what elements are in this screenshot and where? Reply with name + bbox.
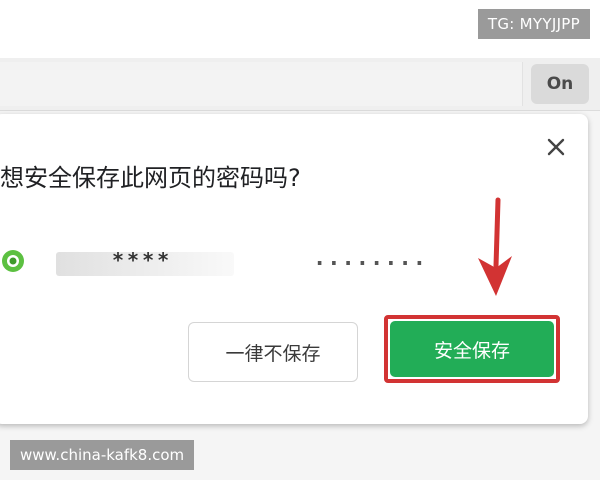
password-value[interactable]: ........ bbox=[313, 246, 427, 271]
watermark-bottom: www.china-kafk8.com bbox=[10, 440, 195, 470]
never-save-button[interactable]: 一律不保存 bbox=[188, 322, 358, 382]
browser-toolbar: On bbox=[0, 58, 600, 111]
close-icon bbox=[547, 138, 565, 156]
address-bar[interactable] bbox=[0, 62, 523, 106]
dialog-title: 想安全保存此网页的密码吗? bbox=[0, 164, 301, 192]
save-password-dialog: 想安全保存此网页的密码吗? **** ........ 一律不保存 安全保存 bbox=[0, 114, 588, 424]
close-button[interactable] bbox=[539, 130, 573, 164]
watermark-top: TG: MYYJJPP bbox=[477, 9, 590, 39]
key-button-label: On bbox=[546, 74, 574, 94]
password-key-button[interactable]: On bbox=[531, 64, 589, 104]
site-favicon-icon bbox=[2, 250, 24, 272]
save-button[interactable]: 安全保存 bbox=[390, 321, 554, 377]
red-arrow-annotation-icon bbox=[478, 197, 512, 296]
username-value[interactable]: **** bbox=[112, 248, 172, 272]
